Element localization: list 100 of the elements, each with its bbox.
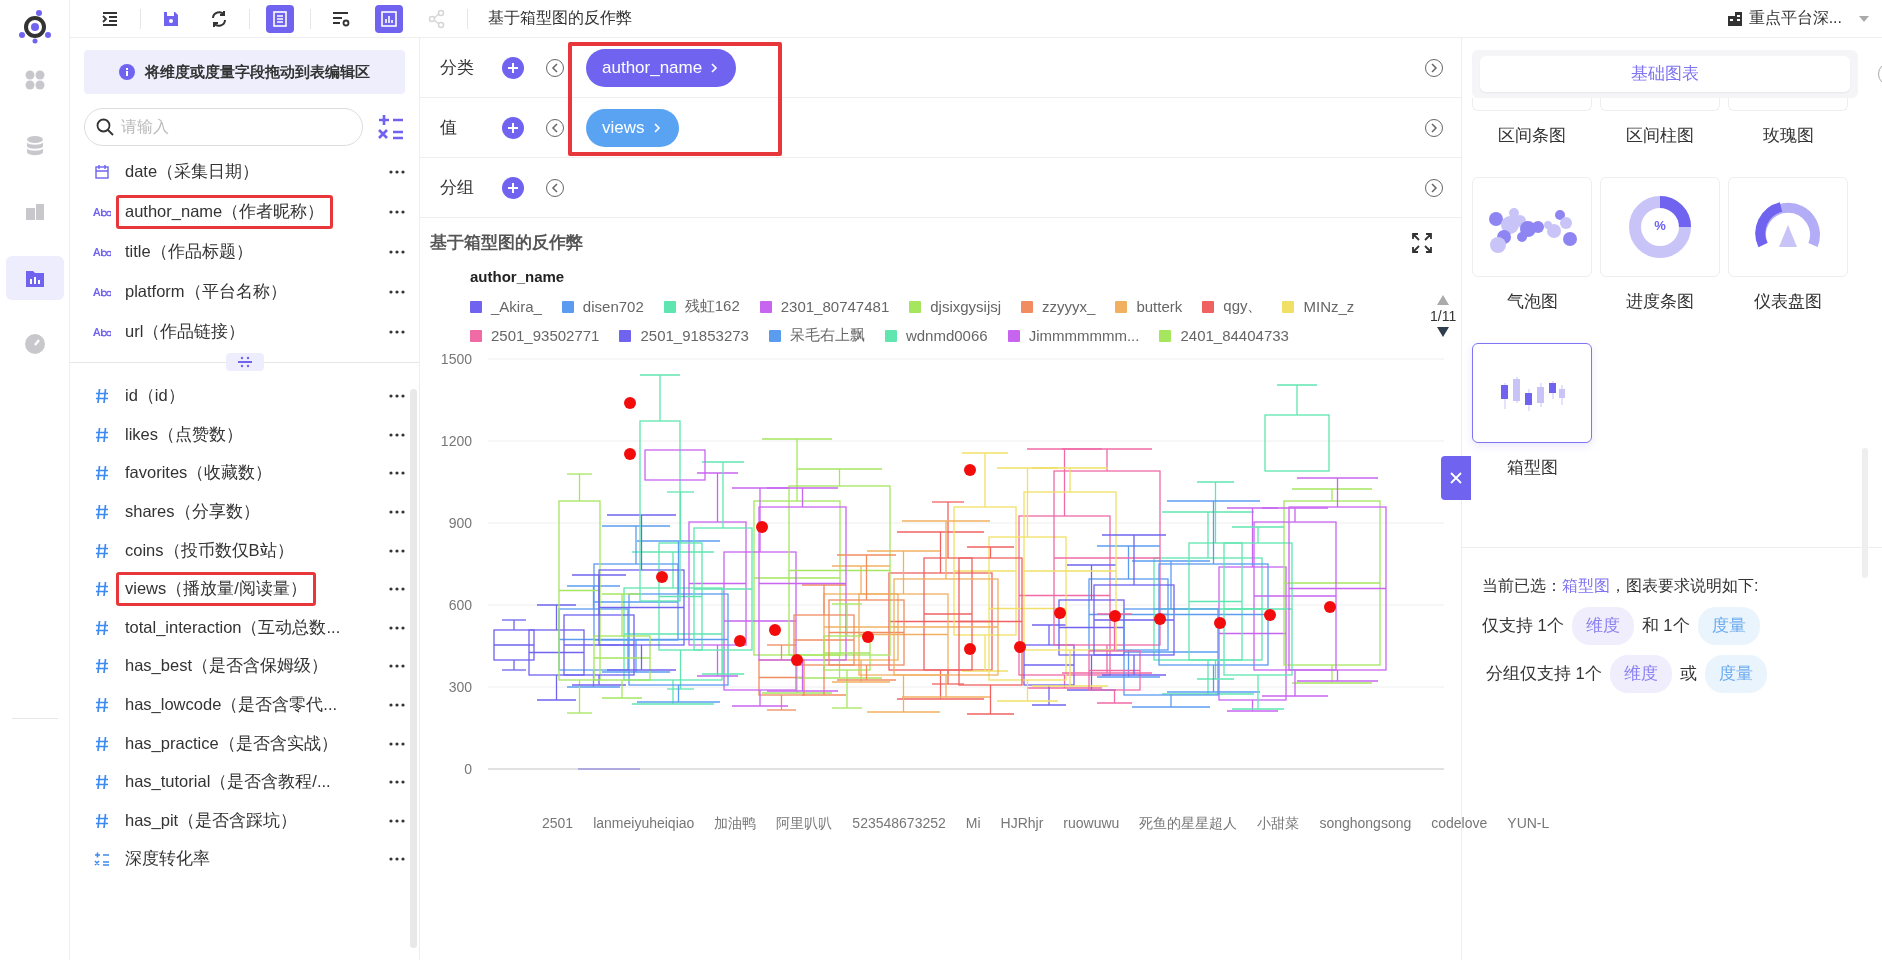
chevron-icon <box>652 121 661 134</box>
chart-category-tab[interactable]: 基础图表 <box>1480 56 1850 92</box>
field-item[interactable]: has_best（是否含保姆级） <box>116 649 337 684</box>
workspace-selector[interactable]: 重点平台深... <box>1748 8 1842 29</box>
search-field[interactable]: 请输入 <box>84 108 363 146</box>
field-pill[interactable]: author_name <box>586 48 737 87</box>
more-icon[interactable] <box>389 250 405 254</box>
legend-label[interactable]: djsixgysijsj <box>930 298 1002 315</box>
axis-category-label: Mi <box>965 815 981 833</box>
field-item[interactable]: has_practice（是否含实战） <box>116 726 347 761</box>
field-item[interactable]: platform（平台名称） <box>116 275 296 309</box>
field-item[interactable]: views（播放量/阅读量） <box>116 572 316 607</box>
field-item[interactable]: author_name（作者昵称） <box>116 195 334 229</box>
field-item[interactable]: date（采集日期） <box>116 155 269 189</box>
more-icon[interactable] <box>389 664 405 669</box>
legend-label[interactable]: 2501_93502771 <box>491 327 600 344</box>
page-indicator: 1/11 <box>1430 308 1457 324</box>
number-type-icon <box>95 697 109 714</box>
more-icon[interactable] <box>389 170 405 174</box>
more-icon[interactable] <box>389 290 405 294</box>
field-item[interactable]: title（作品标题） <box>116 235 262 269</box>
more-icon[interactable] <box>389 857 405 862</box>
more-icon[interactable] <box>389 780 405 785</box>
logo-icon[interactable] <box>16 8 53 44</box>
number-type-icon <box>95 812 109 829</box>
outlier-point <box>1054 607 1066 619</box>
more-icon[interactable] <box>389 625 405 630</box>
outlier-point <box>1014 641 1026 653</box>
chart-type-card[interactable]: % <box>1600 177 1720 277</box>
chevron-right-icon <box>1430 182 1438 193</box>
number-type-icon <box>95 619 109 636</box>
more-icon[interactable] <box>389 703 405 708</box>
close-icon <box>1449 471 1463 485</box>
field-item[interactable]: id（id） <box>116 379 194 414</box>
legend-label[interactable]: Jimmmmmmm... <box>1028 327 1140 344</box>
table-view-button[interactable] <box>266 4 294 33</box>
more-icon[interactable] <box>389 394 405 399</box>
more-icon[interactable] <box>389 741 405 746</box>
field-item[interactable]: has_pit（是否含踩坑） <box>116 803 307 838</box>
field-item[interactable]: likes（点赞数） <box>116 417 252 452</box>
outlier-point <box>791 654 803 666</box>
building-icon <box>1726 10 1743 27</box>
page-down-icon[interactable] <box>1436 326 1451 338</box>
rule-text: 和 1个 <box>1641 615 1690 636</box>
legend-label[interactable]: zzyyyx_ <box>1042 298 1096 315</box>
legend-label[interactable]: 2501_91853273 <box>640 327 749 344</box>
legend-label[interactable]: 呆毛右上飘 <box>789 326 865 345</box>
close-button[interactable] <box>1441 456 1471 500</box>
more-icon[interactable] <box>389 432 405 437</box>
field-item[interactable]: coins（投币数仅B站） <box>116 533 303 568</box>
field-item[interactable]: has_lowcode（是否含零代... <box>116 688 347 723</box>
add-button[interactable] <box>502 56 524 79</box>
legend-label[interactable]: 2301_80747481 <box>780 298 890 315</box>
chart-type-card[interactable] <box>1472 343 1592 443</box>
number-type-icon <box>95 774 109 791</box>
more-icon[interactable] <box>389 210 405 214</box>
chevron-left-icon <box>551 122 559 133</box>
field-item[interactable]: 深度转化率 <box>116 842 219 877</box>
outlier-point <box>1214 617 1226 629</box>
outlier-point <box>734 635 746 647</box>
legend-label[interactable]: wdnmd0066 <box>905 327 988 344</box>
more-icon[interactable] <box>389 510 405 515</box>
rule-text: 或 <box>1679 663 1697 684</box>
text-type-icon <box>93 207 111 217</box>
plus-icon <box>507 61 519 74</box>
legend-label[interactable]: 2401_84404733 <box>1180 327 1289 344</box>
chevron-left-icon <box>551 182 559 193</box>
number-type-icon <box>95 388 109 405</box>
outlier-point <box>624 448 636 460</box>
field-item[interactable]: shares（分享数） <box>116 495 269 530</box>
axis-category-label: songhongsong <box>1319 815 1412 833</box>
legend-label[interactable]: disen702 <box>582 298 644 315</box>
more-icon[interactable] <box>389 548 405 553</box>
chart-view-button[interactable] <box>375 4 403 33</box>
legend-label[interactable]: MINz_z <box>1303 298 1355 315</box>
axis-tick-label: 300 <box>448 679 472 695</box>
legend-label[interactable]: 残虹162 <box>684 297 740 316</box>
more-icon[interactable] <box>389 818 405 823</box>
calculator-icon[interactable] <box>377 113 405 141</box>
add-button[interactable] <box>502 116 524 139</box>
more-icon[interactable] <box>389 471 405 476</box>
outlier-point <box>862 631 874 643</box>
field-item[interactable]: total_interaction（互动总数... <box>116 610 350 645</box>
field-item[interactable]: has_tutorial（是否含教程/... <box>116 765 340 800</box>
add-button[interactable] <box>502 176 524 199</box>
outlier-point <box>624 397 636 409</box>
legend-label[interactable]: _Akira_ <box>491 298 542 315</box>
legend-title: author_name <box>470 268 566 285</box>
resize-handle[interactable] <box>225 353 264 371</box>
document-title: 基于箱型图的反作弊 <box>488 8 632 28</box>
chart-type-label: 玫瑰图 <box>1761 125 1815 146</box>
more-icon[interactable] <box>389 587 405 592</box>
legend-label[interactable]: butterk <box>1136 298 1183 315</box>
legend-label[interactable]: qgy、 <box>1223 297 1263 316</box>
fullscreen-icon[interactable] <box>1411 232 1433 254</box>
outlier-point <box>1109 610 1121 622</box>
field-item[interactable]: favorites（收藏数） <box>116 456 282 491</box>
more-icon[interactable] <box>389 330 405 334</box>
field-item[interactable]: url（作品链接） <box>116 315 255 349</box>
chart-type-link[interactable]: 箱型图 <box>1562 577 1610 594</box>
